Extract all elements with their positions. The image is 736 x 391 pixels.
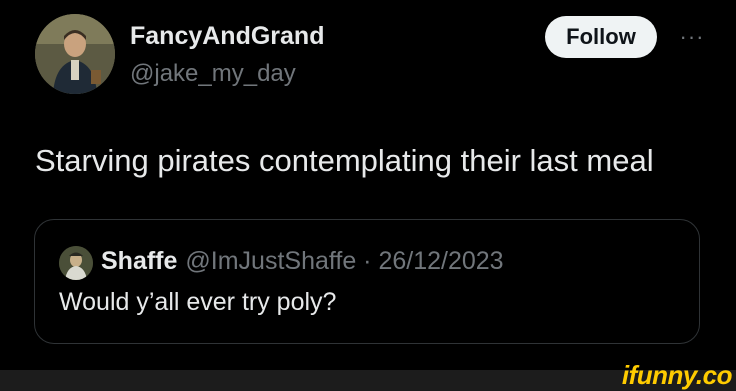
quoted-author-name[interactable]: Shaffe: [101, 247, 177, 275]
author-avatar[interactable]: [35, 14, 115, 94]
more-options-icon[interactable]: ···: [672, 22, 712, 52]
quoted-tweet-card[interactable]: Shaffe @ImJustShaffe · 26/12/2023 Would y…: [34, 219, 700, 344]
profile-photo-icon: [59, 246, 93, 280]
quoted-author-handle-date[interactable]: @ImJustShaffe · 26/12/2023: [185, 247, 503, 275]
ifunny-watermark: ifunny.co: [621, 360, 733, 390]
profile-photo-icon: [35, 14, 115, 94]
quoted-author-avatar[interactable]: [59, 246, 93, 280]
follow-button[interactable]: Follow: [545, 16, 657, 58]
author-display-name[interactable]: FancyAndGrand: [130, 22, 324, 51]
quoted-header: Shaffe @ImJustShaffe · 26/12/2023: [101, 247, 504, 276]
author-handle[interactable]: @jake_my_day: [130, 60, 296, 88]
tweet-text: Starving pirates contemplating their las…: [35, 143, 654, 178]
quoted-tweet-text: Would y’all ever try poly?: [59, 288, 337, 316]
